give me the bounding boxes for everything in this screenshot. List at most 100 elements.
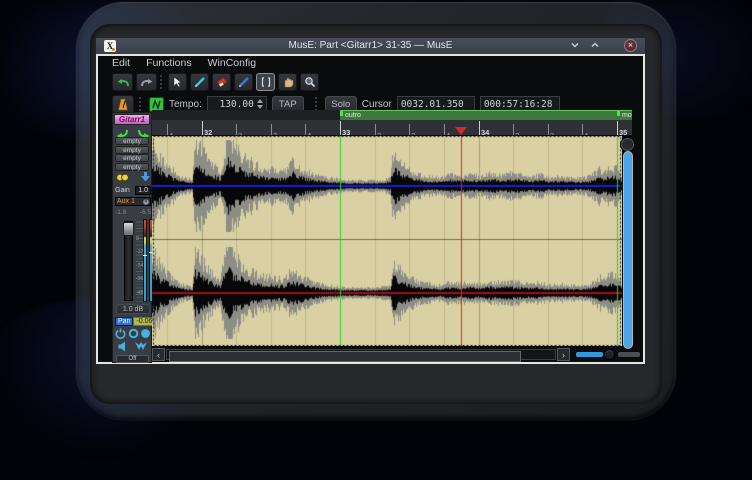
aux-send-row[interactable]: Aux 1 <box>115 197 151 206</box>
spin-down-icon <box>257 105 263 109</box>
wave-canvas[interactable] <box>152 136 622 346</box>
metronome-icon <box>117 98 129 111</box>
ruler-beat-tick: 4 <box>305 124 311 135</box>
h-zoom-knob[interactable] <box>604 349 615 360</box>
aux-label: Aux 1 <box>116 198 135 205</box>
ruler-bar-tick: 33 <box>340 121 350 135</box>
part-item[interactable]: empty <box>115 154 149 162</box>
part-nav <box>115 126 151 136</box>
metronome-button[interactable] <box>112 95 134 114</box>
pan-row[interactable]: Pan -0.06 <box>115 316 151 326</box>
redo-button[interactable] <box>136 73 157 91</box>
ruler-beat-tick: 2 <box>236 124 242 135</box>
scroll-left-button[interactable]: ‹ <box>152 348 165 361</box>
playhead-marker-icon[interactable] <box>455 127 467 135</box>
meter-db-left: -1.8 <box>115 209 126 216</box>
tempo-label: Tempo: <box>169 99 202 110</box>
range-tool-button[interactable] <box>256 73 275 91</box>
track-name-button[interactable]: Gitarr1 <box>114 114 150 125</box>
fader-zone: 0-12-24-36-48 <box>115 219 151 302</box>
v-zoom-slider[interactable] <box>624 152 632 348</box>
close-icon: × <box>628 40 633 50</box>
down-arrow-icon <box>140 171 151 182</box>
zoom-tool-button[interactable] <box>300 73 319 91</box>
ruler-beat-tick: 4 <box>167 124 173 135</box>
menu-bar: Edit Functions WinConfig <box>112 57 256 70</box>
menu-item-functions[interactable]: Functions <box>146 57 192 70</box>
eraser-icon <box>216 76 228 88</box>
toolbar-separator <box>160 75 165 89</box>
ruler-beat-tick: 3 <box>271 124 277 135</box>
spin-up-icon <box>257 99 263 103</box>
ruler-bar-tick: 32 <box>202 121 212 135</box>
chevron-down-icon <box>570 40 580 50</box>
ruler-beat-tick: 2 <box>513 124 519 135</box>
volume-db-display[interactable]: 1.0 dB <box>116 304 150 314</box>
input-route-button[interactable] <box>140 169 151 187</box>
maximize-button[interactable] <box>588 40 602 52</box>
pan-label: Pan <box>115 317 133 326</box>
toolbar-separator <box>139 97 144 111</box>
prev-part-button[interactable] <box>115 126 130 136</box>
peak-hold-left <box>143 255 147 256</box>
pencil-icon <box>194 76 206 88</box>
scroll-thumb[interactable] <box>169 351 521 362</box>
fader-knob[interactable] <box>123 222 134 236</box>
marker-strip[interactable]: outromo <box>152 110 632 120</box>
meter-db-right: -6.5 <box>140 209 151 216</box>
timeline-ruler[interactable]: 432234332343423435 <box>152 120 632 136</box>
cursor-label: Cursor <box>362 99 392 110</box>
part-item[interactable]: empty <box>115 146 149 154</box>
scroll-right-icon: › <box>562 350 565 360</box>
scroll-right-button[interactable]: › <box>557 348 570 361</box>
speaker-icon <box>118 341 129 352</box>
ring-icon <box>128 328 139 339</box>
h-zoom-slider-track[interactable] <box>618 352 640 357</box>
ruler-beat-tick: 3 <box>409 124 415 135</box>
marker-flag-icon <box>617 111 620 116</box>
magnifier-icon <box>304 76 316 88</box>
menu-item-winconfig[interactable]: WinConfig <box>208 57 256 70</box>
minimize-button[interactable] <box>568 40 582 52</box>
undo-icon <box>116 77 130 88</box>
gain-row[interactable]: Gain 1.0 <box>115 186 151 195</box>
close-button[interactable]: × <box>624 39 637 52</box>
h-zoom-slider-filled[interactable] <box>576 352 603 357</box>
marker-item[interactable]: mo <box>617 110 632 120</box>
power-icon <box>115 328 126 339</box>
pan-tool-button[interactable] <box>278 73 297 91</box>
aux-knob-icon[interactable] <box>142 198 150 206</box>
wings-icon <box>134 341 148 352</box>
draw-tool-button[interactable] <box>234 73 253 91</box>
window-title: MusE: Part <Gitarr1> 31-35 — MusE <box>96 40 645 51</box>
h-scrollbar[interactable] <box>166 349 556 360</box>
tempo-master-icon <box>152 100 161 109</box>
v-zoom-knob[interactable] <box>621 138 634 151</box>
redo-icon <box>140 77 154 88</box>
marker-item[interactable]: outro <box>340 110 622 120</box>
title-bar[interactable]: X MusE: Part <Gitarr1> 31-35 — MusE × <box>96 38 645 54</box>
pointer-icon <box>172 76 183 88</box>
routing-button[interactable] <box>134 339 148 357</box>
next-part-button[interactable] <box>136 126 151 136</box>
pencil-tool-button[interactable] <box>190 73 209 91</box>
edit-toolbar <box>112 72 319 92</box>
chevron-up-icon <box>590 40 600 50</box>
automation-mode-button[interactable]: Off <box>116 355 149 363</box>
part-item[interactable]: empty <box>115 137 149 145</box>
spinner-arrows[interactable] <box>257 99 263 109</box>
ruler-beat-tick: 4 <box>444 124 450 135</box>
track-strip: Gitarr1 emptyemptyemptyempty Gain 1.0 Au… <box>112 112 152 363</box>
menu-item-edit[interactable]: Edit <box>112 57 130 70</box>
audition-button[interactable] <box>118 339 129 357</box>
gain-value[interactable]: 1.0 <box>135 186 151 195</box>
meter-db-row: -1.8 -6.5 <box>115 208 151 217</box>
pointer-tool-button[interactable] <box>168 73 187 91</box>
stereo-toggle-button[interactable] <box>115 169 130 187</box>
range-icon <box>260 76 272 88</box>
marker-flag-icon <box>340 111 343 116</box>
undo-button[interactable] <box>112 73 133 91</box>
fader-scale-label: 0 <box>136 237 139 242</box>
eraser-tool-button[interactable] <box>212 73 231 91</box>
channel-row <box>115 172 151 184</box>
